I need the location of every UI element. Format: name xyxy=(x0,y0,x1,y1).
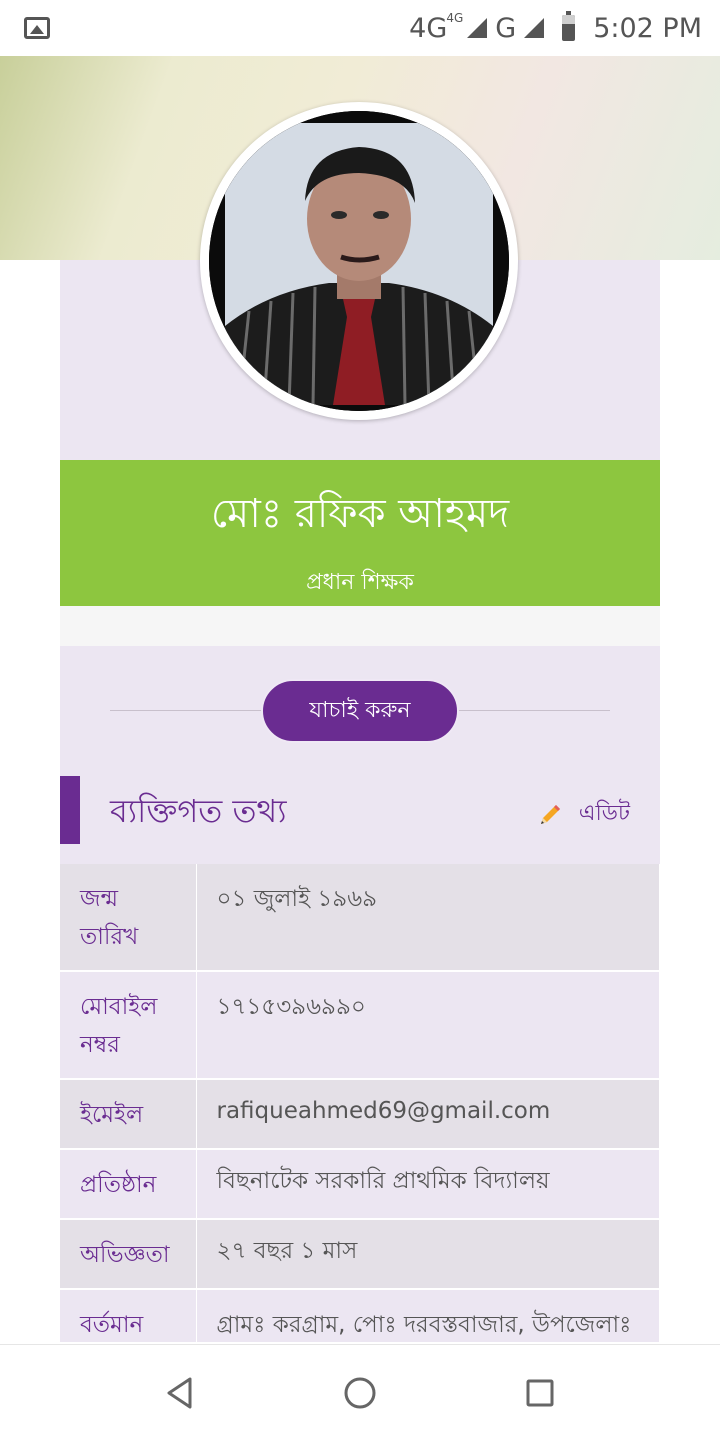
profile-designation: প্রধান শিক্ষক xyxy=(306,570,414,595)
table-row: বর্তমান ঠিকানা গ্রামঃ করগ্রাম, পোঃ দরবস্… xyxy=(60,1289,660,1342)
row-label: বর্তমান ঠিকানা xyxy=(60,1289,197,1342)
row-value: ০১ জুলাই ১৯৬৯ xyxy=(196,864,660,971)
profile-name: মোঃ রফিক আহমদ xyxy=(210,491,510,537)
table-row: অভিজ্ঞতা ২৭ বছর ১ মাস xyxy=(60,1219,660,1289)
divider-strip xyxy=(60,606,660,646)
home-circle-icon xyxy=(344,1377,376,1408)
row-value: গ্রামঃ করগ্রাম, পোঃ দরবস্তবাজার, উপজেলাঃ… xyxy=(196,1289,660,1342)
personal-info-table: জন্ম তারিখ ০১ জুলাই ১৯৬৯ মোবাইল নম্বর ১৭… xyxy=(60,864,660,1342)
network-4g-sup: 4G xyxy=(446,10,464,25)
table-row: প্রতিষ্ঠান বিছনাটেক সরকারি প্রাথমিক বিদ্… xyxy=(60,1149,660,1219)
edit-button[interactable]: এডিট xyxy=(537,796,630,833)
status-left xyxy=(24,17,50,39)
status-time: 5:02 PM xyxy=(593,12,702,44)
signal-icon-secondary xyxy=(524,18,545,38)
row-value[interactable]: rafiqueahmed69@gmail.com xyxy=(196,1079,660,1149)
nav-recents-button[interactable] xyxy=(510,1363,570,1423)
section-accent-bar xyxy=(60,776,80,844)
table-row: জন্ম তারিখ ০১ জুলাই ১৯৬৯ xyxy=(60,864,660,971)
section-title: ব্যক্তিগত তথ্য xyxy=(110,792,287,830)
row-value: ১৭১৫৩৯৬৯৯০ xyxy=(196,971,660,1079)
status-bar: 4G 4G G 5:02 PM xyxy=(0,0,720,56)
avatar-photo xyxy=(209,111,509,411)
row-value: বিছনাটেক সরকারি প্রাথমিক বিদ্যালয় xyxy=(196,1149,660,1219)
nav-back-button[interactable] xyxy=(150,1363,210,1423)
row-label: প্রতিষ্ঠান xyxy=(60,1149,197,1219)
row-label: মোবাইল নম্বর xyxy=(60,971,197,1079)
network-4g-label: 4G 4G xyxy=(409,11,463,44)
nav-home-button[interactable] xyxy=(330,1363,390,1423)
battery-icon xyxy=(562,11,576,41)
table-row: ইমেইল rafiqueahmed69@gmail.com xyxy=(60,1079,660,1149)
pencil-icon xyxy=(540,804,560,824)
row-value: ২৭ বছর ১ মাস xyxy=(196,1219,660,1289)
edit-label: এডিট xyxy=(578,801,630,826)
back-triangle-icon xyxy=(167,1377,192,1408)
row-label: ইমেইল xyxy=(60,1079,197,1149)
avatar-portrait-graphic xyxy=(209,111,509,411)
table-row: মোবাইল নম্বর ১৭১৫৩৯৬৯৯০ xyxy=(60,971,660,1079)
system-nav-bar xyxy=(0,1344,720,1440)
row-label: জন্ম তারিখ xyxy=(60,864,197,971)
signal-icon-primary xyxy=(467,18,488,38)
personal-info-header: ব্যক্তিগত তথ্য এডিট xyxy=(60,776,660,844)
profile-details-card: যাচাই করুন ব্যক্তিগত তথ্য এডিট জন্ম তারি… xyxy=(60,646,660,1342)
status-right: 4G 4G G 5:02 PM xyxy=(409,11,702,44)
name-banner: মোঃ রফিক আহমদ প্রধান শিক্ষক xyxy=(60,460,660,606)
network-g-label: G xyxy=(495,12,517,44)
network-4g-text: 4G xyxy=(409,12,448,44)
image-notification-icon xyxy=(24,17,50,39)
row-label: অভিজ্ঞতা xyxy=(60,1219,197,1289)
verify-button[interactable]: যাচাই করুন xyxy=(261,679,459,743)
profile-avatar xyxy=(200,102,518,420)
recents-square-icon xyxy=(526,1379,554,1406)
